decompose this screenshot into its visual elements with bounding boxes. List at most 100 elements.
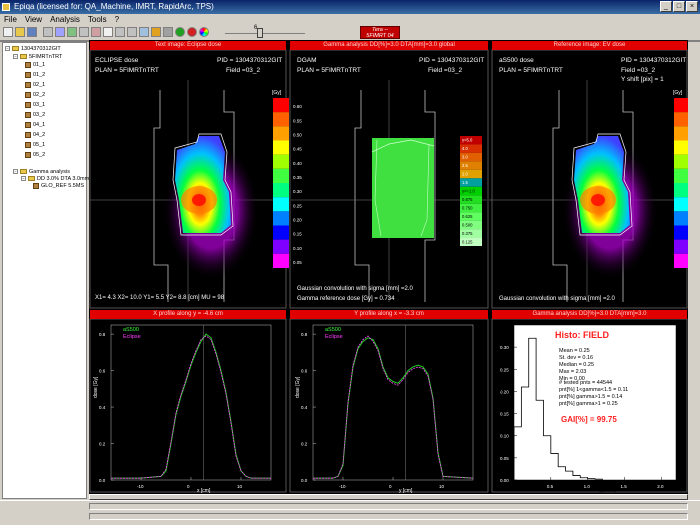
slider-thumb[interactable] xyxy=(257,28,263,38)
image-icon[interactable] xyxy=(55,27,65,37)
profile-icon[interactable] xyxy=(67,27,77,37)
status-bar xyxy=(0,500,700,525)
patient-tree[interactable]: −1304370312GIT −5FIMRTnTRT 01_1 01_2 02_1 0… xyxy=(2,42,89,499)
tree-field-04_1[interactable]: 04_1 xyxy=(25,121,45,128)
play-icon[interactable] xyxy=(175,27,185,37)
maximize-button[interactable]: □ xyxy=(673,1,685,12)
new-icon[interactable] xyxy=(3,27,13,37)
y-profile-ytick-label: 0.6 xyxy=(301,369,308,374)
histogram-xtick-label: 1.0 xyxy=(584,484,591,489)
ref-colorbar-swatch xyxy=(674,225,688,240)
gamma-colorbar-tick: 1.5 xyxy=(462,180,468,185)
ref-colorbar-swatch xyxy=(674,98,688,113)
save-icon[interactable] xyxy=(27,27,37,37)
gamma-reference-dose: Gamma reference dose [Gy] = 0.734 xyxy=(297,296,395,302)
close-button[interactable]: × xyxy=(686,1,698,12)
tree-gamma-ref[interactable]: GLO_REF 5.5MS xyxy=(33,182,84,189)
histo-stats-line: Max = 2.03 xyxy=(559,369,587,375)
folder-icon xyxy=(12,46,19,51)
y-profile-ylabel: dose [Gy] xyxy=(295,376,301,398)
histogram-ytick-label: 0.10 xyxy=(500,434,509,439)
tree-field-05_1[interactable]: 05_1 xyxy=(25,141,45,148)
collapse-icon[interactable]: − xyxy=(13,54,18,59)
menu-help[interactable]: ? xyxy=(115,14,119,26)
test-colorbar-swatch xyxy=(273,154,289,169)
text-icon[interactable] xyxy=(103,27,113,37)
folder-icon xyxy=(28,176,35,181)
histogram-xtick-label: 0.5 xyxy=(547,484,554,489)
tree-root[interactable]: −1304370312GIT xyxy=(5,45,61,52)
x-profile-title: X profile along y = -4.6 cm xyxy=(90,310,286,319)
print-icon[interactable] xyxy=(115,27,125,37)
grid-icon[interactable] xyxy=(43,27,53,37)
main-view: 0.60 0.55 0.50 0.45 0.40 0.35 0.30 0.25 0.20 0.15… xyxy=(89,40,688,500)
tree-field-05_2[interactable]: 05_2 xyxy=(25,151,45,158)
gamma-colorbar-tick: 3.0 xyxy=(462,155,468,160)
dose-file-icon xyxy=(25,71,31,78)
dose-file-icon xyxy=(25,81,31,88)
minimize-button[interactable]: _ xyxy=(660,1,672,12)
test-colorbar-swatch xyxy=(273,98,289,113)
tree-field-02_2[interactable]: 02_2 xyxy=(25,91,45,98)
stop-icon[interactable] xyxy=(187,27,197,37)
calc-icon[interactable] xyxy=(151,27,161,37)
y-profile-xtick-label: -10 xyxy=(339,484,346,489)
frame-slider[interactable]: 6 xyxy=(225,25,305,38)
collapse-icon[interactable]: − xyxy=(21,176,26,181)
histogram-icon[interactable] xyxy=(91,27,101,37)
tree-field-03_2[interactable]: 03_2 xyxy=(25,111,45,118)
window-title: Epiqa (licensed for: QA_Machine, IMRT, R… xyxy=(14,2,214,11)
x-profile-ytick-label: 0.6 xyxy=(99,369,106,374)
gamma-colorbar-tick: 0.875 xyxy=(462,197,473,202)
ref-colorbar-swatch xyxy=(674,168,688,183)
menu-view[interactable]: View xyxy=(25,14,42,26)
histo-stats-line: Median = 0.25 xyxy=(559,362,595,368)
ref-colorbar-swatch xyxy=(674,253,688,268)
test-colorbar-swatch xyxy=(273,239,289,254)
test-pid: PID = 1304370312GIT xyxy=(217,57,283,64)
dose-file-icon xyxy=(25,141,31,148)
menu-tools[interactable]: Tools xyxy=(88,14,107,26)
histo-stats-line: St. dev = 0.16 xyxy=(559,355,594,361)
open-icon[interactable] xyxy=(15,27,25,37)
tree-field-04_2[interactable]: 04_2 xyxy=(25,131,45,138)
export-icon[interactable] xyxy=(127,27,137,37)
gamma-icon[interactable] xyxy=(79,27,89,37)
tree-field-01_1[interactable]: 01_1 xyxy=(25,61,45,68)
settings-icon[interactable] xyxy=(139,27,149,37)
tree-group[interactable]: −5FIMRTnTRT xyxy=(13,53,62,60)
histogram-ytick-label: 0.15 xyxy=(500,412,509,417)
tree-field-01_2[interactable]: 01_2 xyxy=(25,71,45,78)
collapse-icon[interactable]: − xyxy=(13,169,18,174)
menu-file[interactable]: File xyxy=(4,14,17,26)
gamma-colorbar-tick: 4.0 xyxy=(462,146,468,151)
ref-plan: PLAN = 5FIMRTnTRT xyxy=(499,67,563,74)
status-field-1 xyxy=(89,503,688,510)
histo-counts-line: pnt[%] 1<gamma<1.5 = 0.11 xyxy=(559,387,629,393)
ruler-icon[interactable] xyxy=(163,27,173,37)
menu-analysis[interactable]: Analysis xyxy=(50,14,80,26)
x-profile-xtick-label: 10 xyxy=(237,484,243,489)
test-jaw-info: X1= 4.3 X2= 10.0 Y1= 5.5 Y2= 8.8 [cm] MU… xyxy=(95,295,225,301)
ref-convolution: Gaussian convolution with sigma [mm] =2.… xyxy=(499,296,615,302)
collapse-icon[interactable]: − xyxy=(5,46,10,51)
x-legend-eclipse: Eclipse xyxy=(123,334,141,340)
test-colorbar-tick: 0.35 xyxy=(293,175,302,180)
test-dose-label: ECLIPSE dose xyxy=(95,57,139,64)
gamma-colorbar-tick: γ>5.0 xyxy=(462,138,473,143)
y-profile-xtick-label: 0 xyxy=(389,484,392,489)
x-profile-ytick-label: 0.0 xyxy=(99,478,106,483)
y-profile-ytick-label: 0.2 xyxy=(301,442,308,447)
reference-image-title: Reference image: EV dose xyxy=(492,41,687,50)
histogram-ytick-label: 0.05 xyxy=(500,456,509,461)
y-profile-ytick-label: 0.8 xyxy=(301,332,308,337)
tree-gamma[interactable]: − Gamma analysis xyxy=(13,168,70,175)
colorwheel-icon[interactable] xyxy=(199,27,209,37)
tree-field-02_1[interactable]: 02_1 xyxy=(25,81,45,88)
histo-counts-line: pnt[%] gamma>1 = 0.25 xyxy=(559,401,618,407)
tree-field-03_1[interactable]: 03_1 xyxy=(25,101,45,108)
tree-gamma-item[interactable]: − DD 3.0% DTA 3.0mm xyxy=(21,175,89,182)
test-colorbar-swatch xyxy=(273,112,289,127)
gamma-colorbar-tick: 0.500 xyxy=(462,222,473,227)
panel-frame xyxy=(289,318,489,493)
